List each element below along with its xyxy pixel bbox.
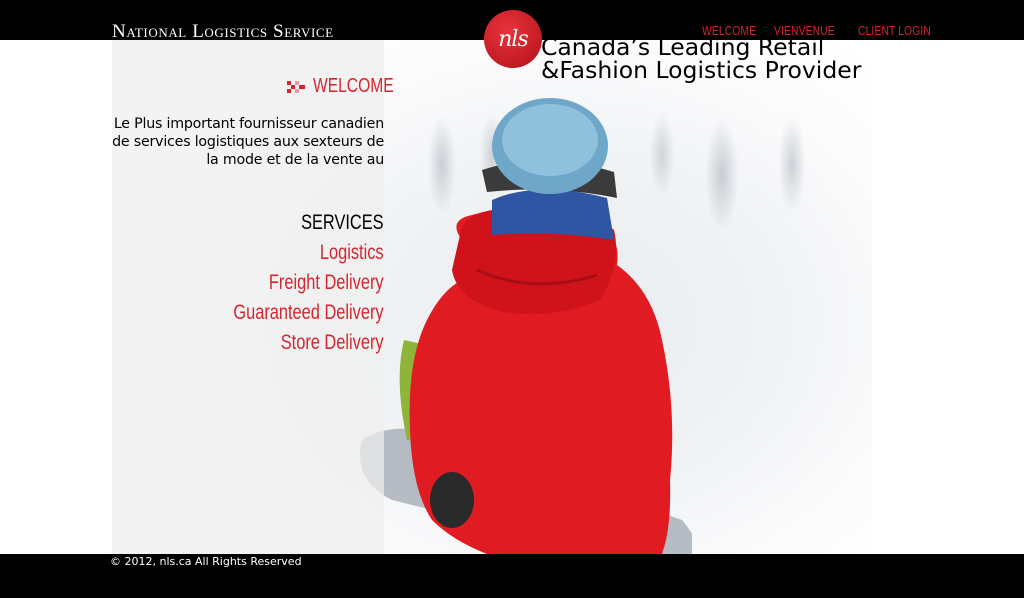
- services-menu: SERVICES Logistics Freight Delivery Guar…: [191, 208, 384, 358]
- copyright-text: © 2012, nls.ca All Rights Reserved: [110, 555, 302, 568]
- intro-text: Le Plus important fournisseur canadien d…: [112, 116, 384, 168]
- nls-logo[interactable]: nls: [484, 10, 542, 68]
- service-store-delivery-link[interactable]: Store Delivery: [234, 328, 384, 358]
- welcome-heading: WELCOME: [287, 75, 416, 98]
- nav-client-login-link[interactable]: CLIENT LOGIN: [858, 24, 931, 38]
- tagline-line-2: &Fashion Logistics Provider: [541, 56, 862, 84]
- logo-text: nls: [498, 26, 528, 52]
- service-freight-delivery-link[interactable]: Freight Delivery: [234, 268, 384, 298]
- service-logistics-link[interactable]: Logistics: [234, 238, 384, 268]
- snowboarder-image: [360, 98, 692, 554]
- service-guaranteed-delivery-link[interactable]: Guaranteed Delivery: [234, 298, 384, 328]
- welcome-title: WELCOME: [313, 75, 394, 97]
- services-heading: SERVICES: [301, 211, 384, 234]
- tagline: Canada’s Leading Retail &Fashion Logisti…: [541, 35, 862, 84]
- checker-arrow-icon: [287, 80, 305, 93]
